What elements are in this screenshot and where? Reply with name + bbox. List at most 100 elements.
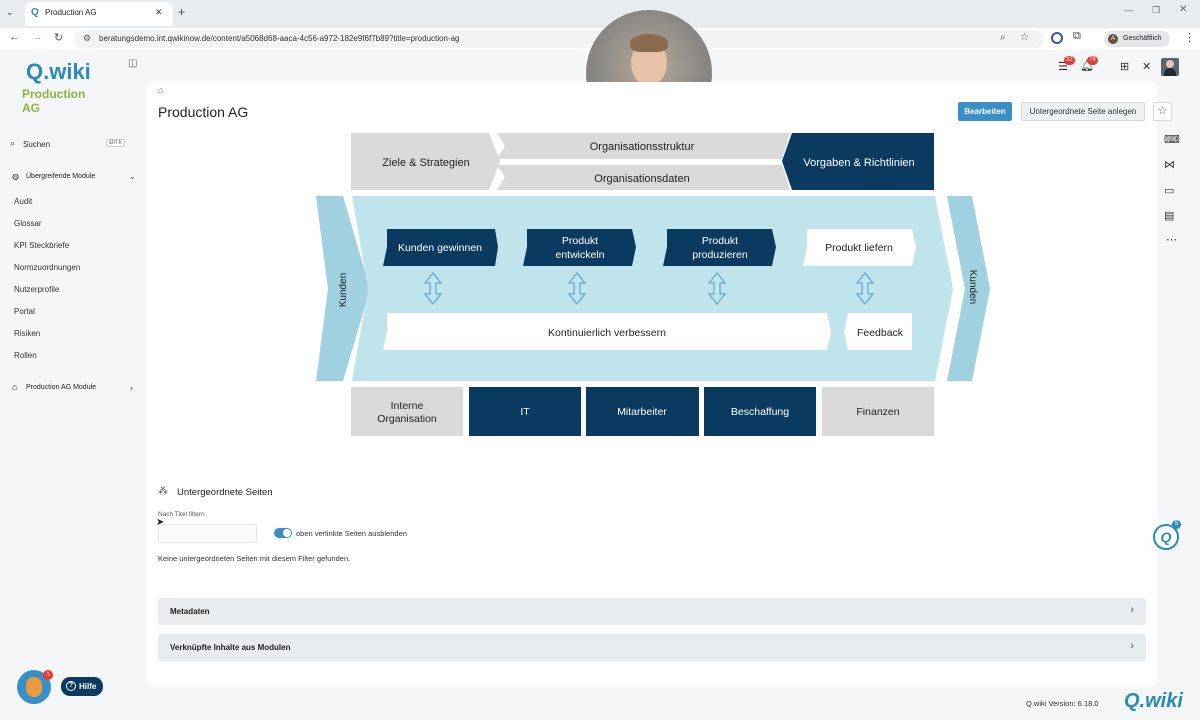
subpages-heading: Untergeordnete Seiten (177, 487, 273, 498)
diagram-label-ziele: Ziele & Strategien (382, 157, 469, 169)
back-icon[interactable]: ← (9, 31, 20, 43)
mascot-face-icon (26, 677, 42, 697)
extension-icon[interactable] (1051, 32, 1063, 44)
sitemap-icon: ⁂ (158, 486, 168, 497)
breadcrumb-home-icon[interactable]: ⌂ (158, 85, 163, 95)
diagram-label-kunden-left: Kunden (338, 273, 349, 307)
tools-icon[interactable]: ✕ (1142, 60, 1151, 73)
zoom-icon[interactable]: ⌕ (1000, 32, 1006, 43)
diagram-label-interne-line2: Organisation (377, 413, 437, 425)
edit-button[interactable]: Bearbeiten (958, 102, 1012, 121)
browser-menu-icon[interactable]: ⋮ (1184, 31, 1195, 44)
title-filter-input[interactable] (158, 524, 257, 543)
browser-tab[interactable]: Q Production AG ✕ (25, 2, 173, 26)
url-text: beratungsdemo.int.qwikinow.de/content/a5… (99, 34, 460, 43)
diagram-label-produkt-produzieren-line2: produzieren (692, 249, 748, 261)
user-avatar-body-icon (1164, 68, 1176, 76)
chevron-down-icon: ⌄ (129, 172, 136, 181)
diagram-label-kunden-right: Kunden (967, 270, 978, 304)
section-label: Übergreifende Module (26, 173, 96, 180)
chevron-right-icon: › (1130, 640, 1134, 652)
diagram-label-feedback: Feedback (857, 327, 904, 339)
diagram-label-vorgaben: Vorgaben & Richtlinien (803, 157, 914, 169)
extensions-puzzle-icon[interactable]: ⧉ (1073, 30, 1081, 43)
metadata-accordion[interactable]: Metadaten › (158, 598, 1146, 625)
process-map-diagram: Ziele & Strategien Organisationsstruktur… (316, 133, 990, 436)
home-icon: ⌂ (12, 382, 18, 392)
sidebar-item-audit[interactable]: Audit (14, 197, 32, 206)
sidebar-item-rollen[interactable]: Rollen (14, 351, 37, 360)
create-child-page-button[interactable]: Untergeordnete Seite anlegen (1021, 102, 1145, 121)
profile-label: Geschäftlich (1123, 35, 1162, 42)
linked-content-accordion[interactable]: Verknüpfte Inhalte aus Modulen › (158, 634, 1146, 661)
reload-icon[interactable]: ↻ (54, 31, 63, 44)
sidebar-search[interactable]: ⌕ Suchen ctrl k (10, 138, 136, 151)
site-info-icon[interactable]: ⚙ (83, 33, 91, 44)
assistant-badge: 5 (1172, 520, 1181, 529)
tab-list-chevron-icon[interactable]: ⌄ (6, 7, 14, 18)
diagram-label-interne-line1: Interne (391, 400, 424, 412)
share-icon[interactable]: ⋈ (1164, 158, 1175, 171)
diagram-label-produkt-entwickeln-line1: Produkt (562, 235, 598, 247)
version-text: Q.wiki Version: 6.18.0 (1026, 699, 1099, 708)
filter-label: Nach Titel filtern (158, 511, 205, 518)
gift-icon[interactable]: ⊞ (1120, 60, 1129, 73)
sidebar-collapse-icon[interactable]: ◫ (128, 58, 137, 69)
webcam-person-hair (630, 34, 668, 52)
help-label: Hilfe (79, 682, 97, 691)
help-button[interactable]: ? Hilfe (61, 677, 103, 696)
diagram-label-improve: Kontinuierlich verbessern (548, 327, 666, 339)
diagram-label-finanzen: Finanzen (856, 406, 899, 418)
diagram-label-produkt-liefern: Produkt liefern (825, 242, 893, 254)
chevron-right-icon: › (1130, 604, 1134, 616)
address-bar[interactable]: ⚙ beratungsdemo.int.qwikinow.de/content/… (74, 30, 1044, 48)
minimize-icon[interactable]: — (1124, 5, 1133, 15)
linked-content-accordion-label: Verknüpfte Inhalte aus Modulen (170, 643, 291, 652)
toggle-label: oben verlinkte Seiten ausblenden (296, 529, 407, 538)
user-avatar[interactable] (1161, 58, 1179, 76)
metadata-accordion-label: Metadaten (170, 607, 210, 616)
sidebar-item-risiken[interactable]: Risiken (14, 329, 40, 338)
chevron-right-icon: › (130, 383, 133, 393)
new-tab-icon[interactable]: + (178, 5, 185, 19)
diagram-label-organisationsstruktur: Organisationsstruktur (590, 141, 695, 153)
sidebar-item-nutzerprofile[interactable]: Nutzerprofile (14, 285, 59, 294)
forward-icon[interactable]: → (32, 31, 43, 43)
diagram-label-kunden-gewinnen: Kunden gewinnen (398, 242, 482, 254)
hide-linked-toggle[interactable] (274, 528, 292, 538)
sidebar-item-normzuordnungen[interactable]: Normzuordnungen (14, 263, 80, 272)
restore-icon[interactable]: ❐ (1152, 5, 1160, 16)
mouse-cursor-icon: ➤ (156, 517, 165, 528)
mascot-badge: 1 (43, 670, 53, 680)
user-avatar-person-icon (1166, 60, 1174, 68)
sidebar-section-header[interactable]: ◍ Übergreifende Module ⌄ (12, 172, 138, 184)
page-title: Production AG (158, 104, 249, 120)
tab-close-icon[interactable]: ✕ (155, 7, 163, 18)
search-shortcut: ctrl k (106, 139, 125, 147)
sidebar-item-portal[interactable]: Portal (14, 307, 35, 316)
notifications-badge: 79 (1087, 56, 1098, 65)
qwiki-logo[interactable]: Q.wiki Production AG (22, 59, 106, 116)
diagram-label-beschaffung: Beschaffung (731, 406, 789, 418)
window-close-icon[interactable]: ✕ (1179, 4, 1187, 15)
globe-icon: ◍ (12, 172, 19, 181)
more-icon[interactable]: ⋯ (1166, 233, 1177, 246)
toggle-knob (283, 529, 291, 537)
logo-subtitle: Production AG (22, 87, 86, 115)
profile-chip[interactable]: A Geschäftlich (1104, 31, 1170, 47)
tasks-badge: 32 (1064, 56, 1075, 65)
favorite-star-icon[interactable]: ☆ (1153, 102, 1172, 121)
sidebar-item-kpi[interactable]: KPI Steckbriefe (14, 241, 69, 250)
search-label: Suchen (23, 140, 51, 149)
bookmark-star-icon[interactable]: ☆ (1020, 32, 1029, 43)
diagram-label-mitarbeiter: Mitarbeiter (617, 406, 667, 418)
logo-text: Q.wiki (26, 59, 91, 84)
comments-icon[interactable]: ⌨ (1164, 133, 1180, 146)
sidebar-section-production[interactable]: ⌂ Production AG Module › (12, 382, 138, 395)
diagram-label-produkt-entwickeln-line2: entwickeln (555, 249, 604, 261)
versions-icon[interactable]: ▭ (1164, 184, 1174, 197)
profile-avatar: A (1108, 34, 1118, 44)
section2-label: Production AG Module (26, 384, 97, 391)
book-icon[interactable]: ▤ (1164, 209, 1174, 222)
sidebar-item-glossar[interactable]: Glossar (14, 219, 42, 228)
